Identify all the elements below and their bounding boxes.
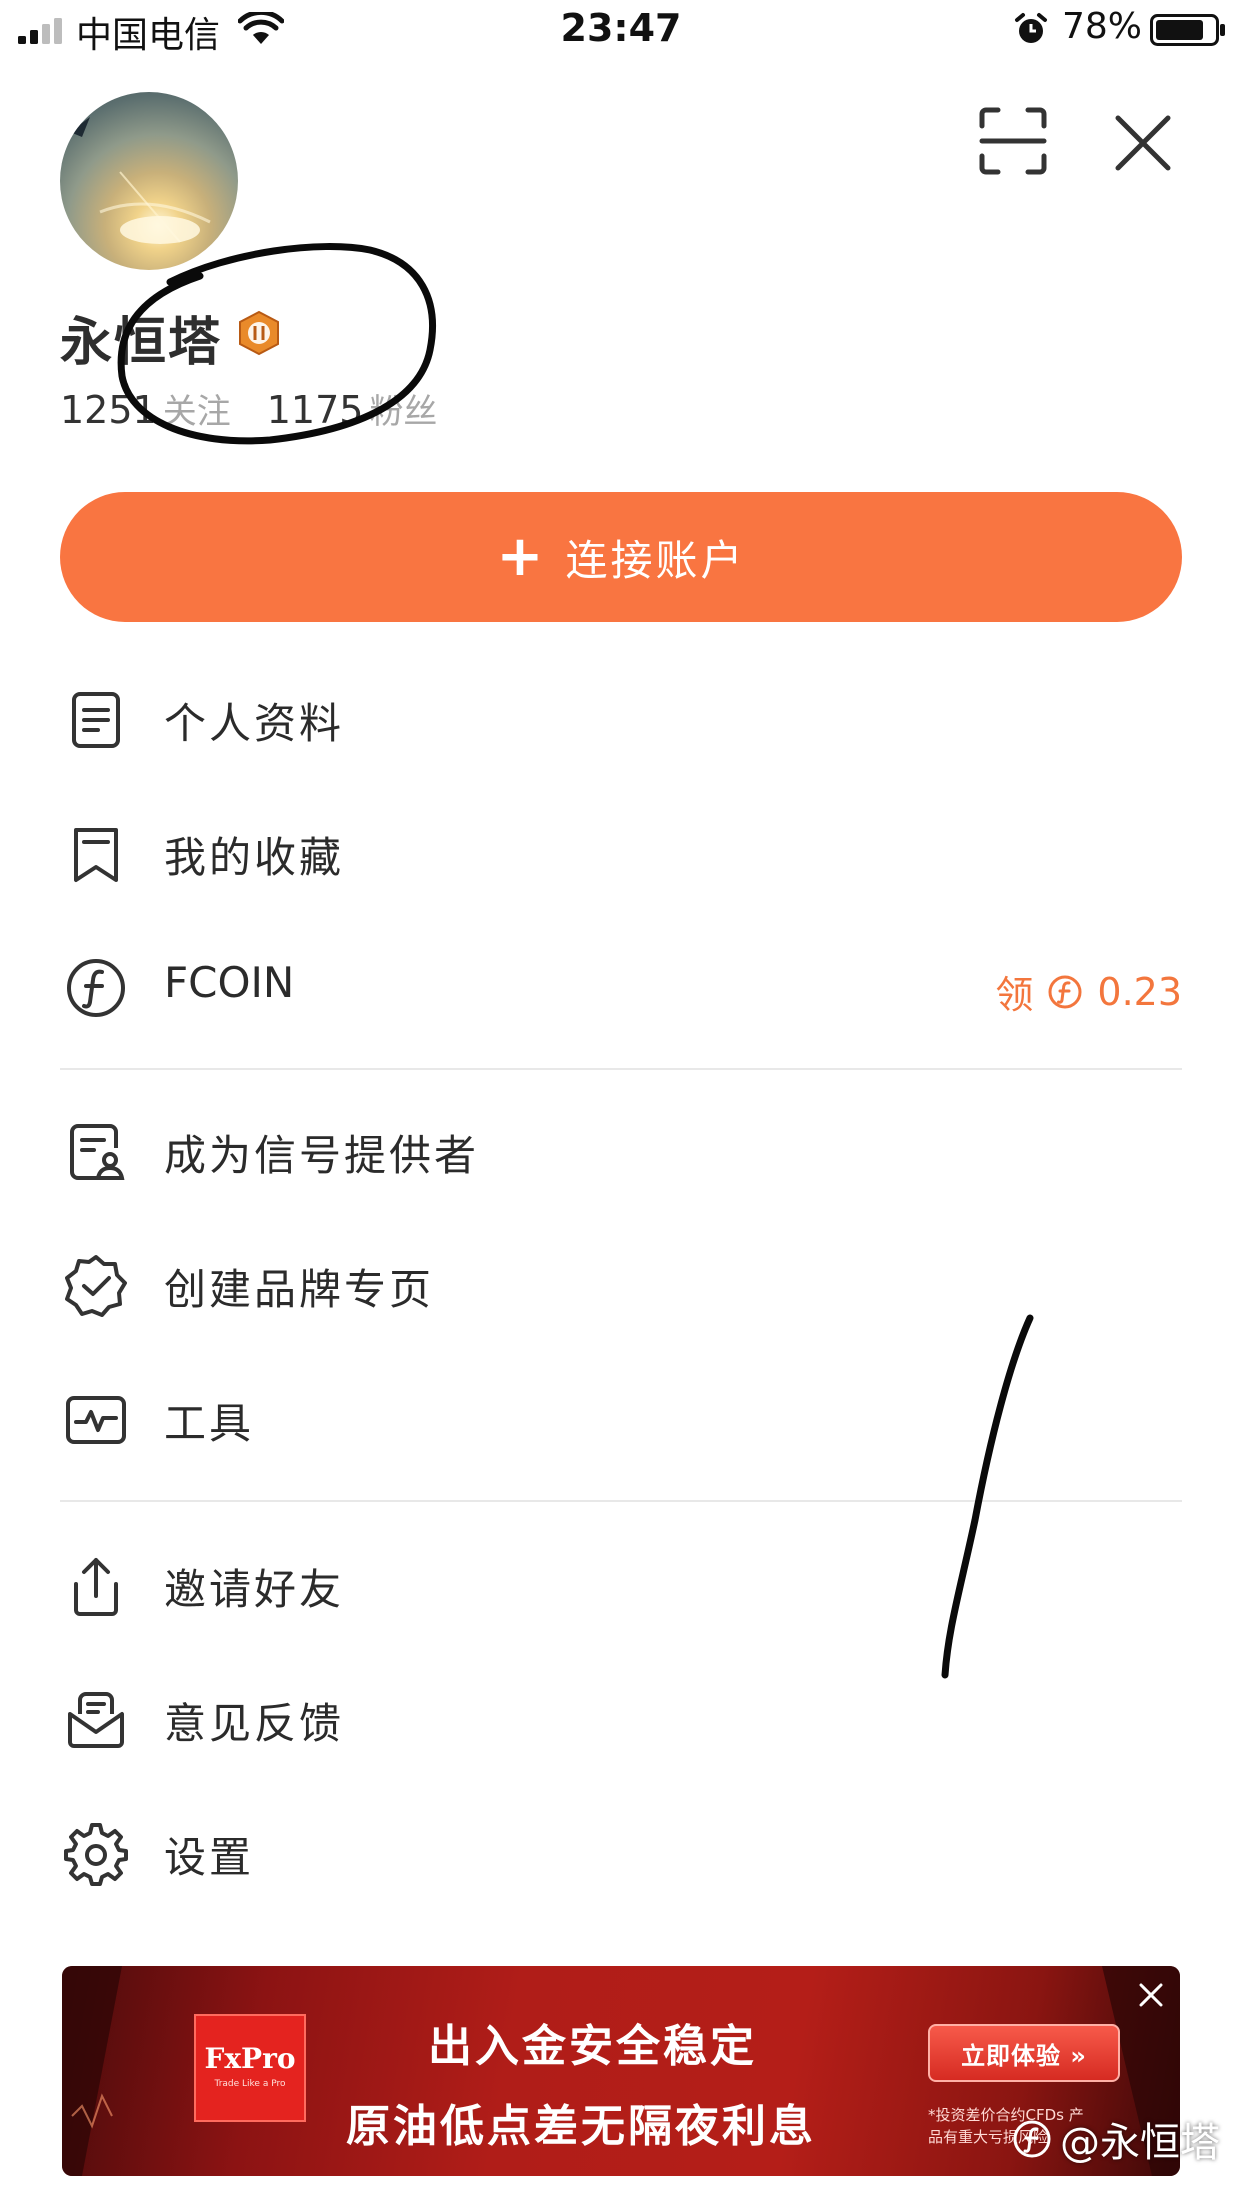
fcoin-claim[interactable]: 领 0.23: [995, 964, 1182, 1019]
pulse-monitor-icon: [66, 1396, 126, 1444]
plus-icon: +: [496, 524, 544, 589]
menu-item-brand-page[interactable]: 创建品牌专页: [0, 1226, 1242, 1346]
menu-label: FCOIN: [164, 958, 295, 1007]
signal-provider-icon: [70, 1124, 125, 1180]
menu-label: 工具: [164, 1399, 255, 1448]
ad-brand-tagline: Trade Like a Pro: [214, 2079, 286, 2089]
status-bar: 中国电信 23:47 78%: [0, 0, 1242, 62]
battery-percentage: 78%: [1062, 6, 1143, 47]
connect-account-label: 连接账户: [565, 535, 746, 585]
menu-label: 意见反馈: [164, 1699, 345, 1748]
level-badge-icon: [239, 310, 279, 356]
follow-stats: 1251 关注 1175 粉丝: [60, 384, 437, 433]
divider: [60, 1068, 1182, 1070]
menu-item-settings[interactable]: 设置: [0, 1794, 1242, 1914]
fcoin-icon: [67, 959, 125, 1017]
menu-label: 成为信号提供者: [164, 1131, 480, 1180]
menu-label: 邀请好友: [164, 1565, 345, 1614]
divider: [60, 1500, 1182, 1502]
connect-account-button[interactable]: + 连接账户: [60, 492, 1182, 622]
menu-label: 创建品牌专页: [164, 1265, 435, 1314]
menu-item-tools[interactable]: 工具: [0, 1360, 1242, 1480]
document-icon: [72, 692, 120, 748]
battery-icon: [1150, 14, 1225, 46]
alarm-icon: [1015, 13, 1047, 43]
verified-badge-icon: [65, 1255, 127, 1317]
menu-label: 个人资料: [164, 699, 345, 748]
avatar[interactable]: [60, 92, 238, 270]
menu-item-invite[interactable]: 邀请好友: [0, 1526, 1242, 1646]
followers-label[interactable]: 粉丝: [369, 392, 437, 432]
clock: 23:47: [560, 6, 682, 50]
ad-subheadline: 原油低点差无隔夜利息: [346, 2101, 816, 2152]
menu-item-favorites[interactable]: 我的收藏: [0, 794, 1242, 914]
close-icon[interactable]: [1136, 1980, 1166, 2010]
followers-count[interactable]: 1175: [267, 388, 364, 432]
feedback-icon: [68, 1692, 124, 1748]
fcoin-claim-label: 领: [995, 973, 1034, 1017]
avatar-image: [70, 117, 211, 244]
menu-label: 设置: [164, 1833, 255, 1882]
menu-item-signal-provider[interactable]: 成为信号提供者: [0, 1092, 1242, 1212]
username: 永恒塔: [60, 313, 223, 373]
fcoin-value: 0.23: [1097, 969, 1182, 1014]
menu-label: 我的收藏: [164, 833, 345, 882]
watermark: @永恒塔: [1012, 2110, 1220, 2168]
gear-icon: [64, 1823, 128, 1886]
fcoin-logo-icon: [1013, 2120, 1051, 2158]
following-label[interactable]: 关注: [163, 392, 231, 432]
coin-icon: [1048, 975, 1082, 1008]
watermark-text: @永恒塔: [1060, 2120, 1220, 2166]
menu-item-feedback[interactable]: 意见反馈: [0, 1660, 1242, 1780]
share-icon: [74, 1558, 118, 1616]
ad-brand: FxPro: [204, 2042, 296, 2075]
following-count[interactable]: 1251: [60, 388, 157, 432]
ad-cta-button[interactable]: 立即体验 »: [928, 2024, 1120, 2082]
menu-item-profile-info[interactable]: 个人资料: [0, 660, 1242, 780]
close-icon[interactable]: [1112, 112, 1174, 174]
ad-headline: 出入金安全稳定: [428, 2021, 757, 2072]
scan-icon[interactable]: [978, 106, 1048, 176]
bookmark-icon: [74, 828, 118, 882]
fxpro-logo: FxPro Trade Like a Pro: [194, 2014, 306, 2122]
menu-item-fcoin[interactable]: FCOIN 领 0.23: [0, 928, 1242, 1048]
